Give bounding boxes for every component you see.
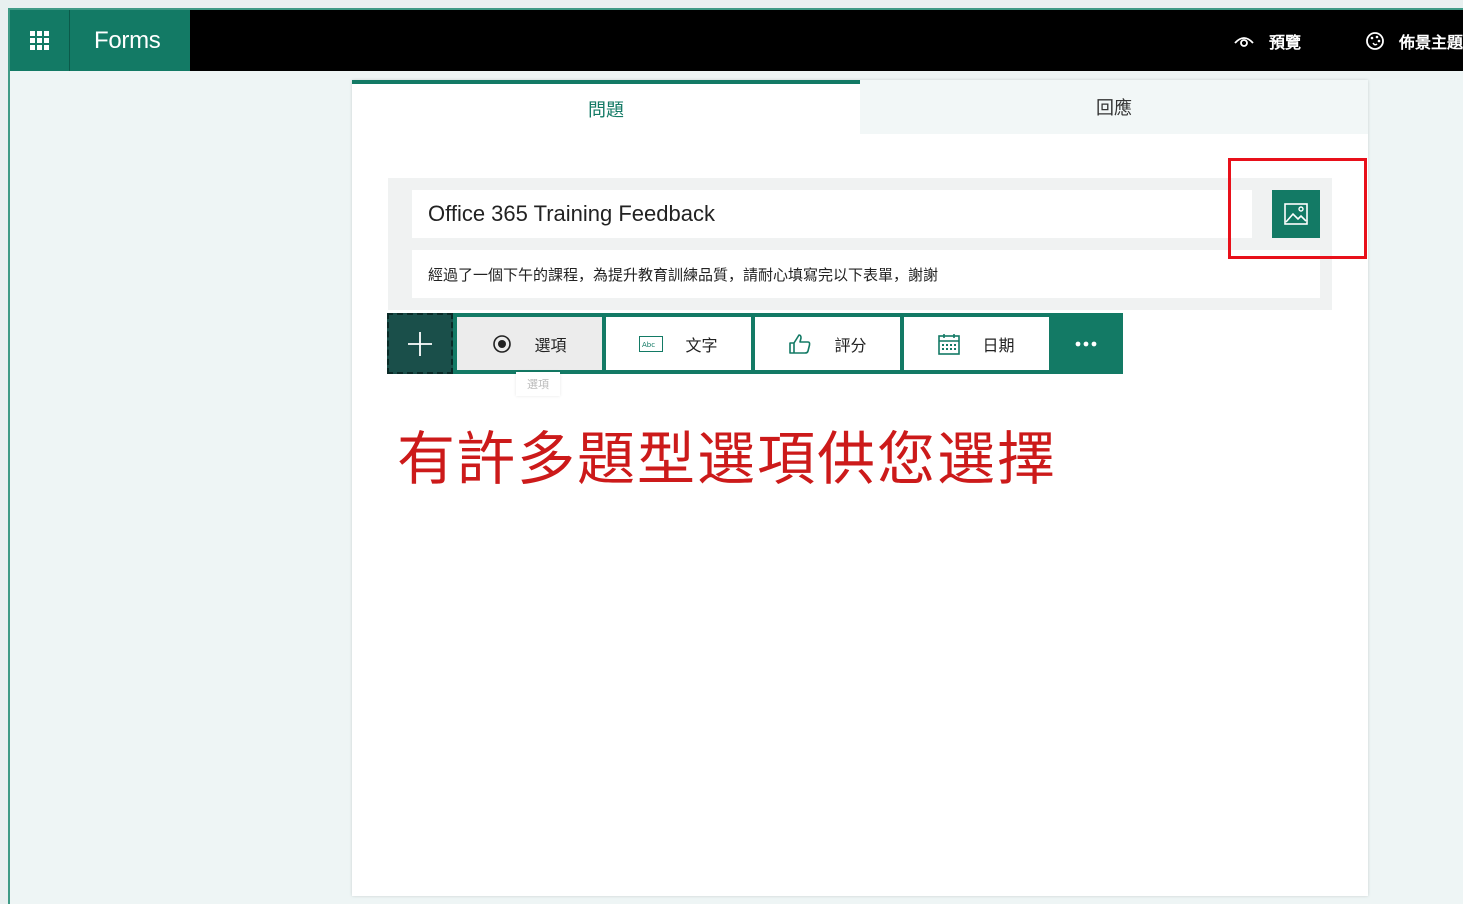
tab-bar: 問題 回應 bbox=[352, 80, 1368, 134]
choice-tooltip: 選項 bbox=[516, 372, 560, 396]
theme-button[interactable]: 佈景主題 bbox=[1365, 29, 1463, 53]
annotation-caption: 有許多題型選項供您選擇 bbox=[397, 425, 1058, 493]
tab-responses[interactable]: 回應 bbox=[860, 80, 1368, 134]
rating-type-label: 評分 bbox=[834, 335, 867, 355]
add-question-toolbar: 選項 Abc 文字 評分 日期 bbox=[387, 313, 1123, 374]
calendar-icon bbox=[938, 333, 961, 355]
more-question-types-button[interactable] bbox=[1053, 317, 1119, 370]
app-launcher-icon bbox=[30, 31, 49, 50]
date-type-button[interactable]: 日期 bbox=[904, 317, 1049, 370]
tab-questions[interactable]: 問題 bbox=[352, 80, 860, 134]
thumbs-up-icon bbox=[789, 333, 811, 354]
form-title-field[interactable]: Office 365 Training Feedback bbox=[412, 190, 1252, 238]
add-question-button[interactable] bbox=[387, 313, 453, 374]
choice-type-label: 選項 bbox=[534, 335, 567, 355]
text-abc-icon: Abc bbox=[639, 335, 664, 352]
choice-type-button[interactable]: 選項 bbox=[457, 317, 602, 370]
eye-icon bbox=[1234, 36, 1254, 47]
highlight-annotation-box bbox=[1228, 158, 1367, 259]
text-type-label: 文字 bbox=[685, 335, 718, 355]
preview-button[interactable]: 預覽 bbox=[1233, 29, 1301, 53]
preview-label: 預覽 bbox=[1268, 32, 1301, 52]
text-type-button[interactable]: Abc 文字 bbox=[606, 317, 751, 370]
form-description-field[interactable]: 經過了一個下午的課程，為提升教育訓練品質，請耐心填寫完以下表單，謝謝 bbox=[412, 250, 1320, 298]
app-launcher-button[interactable] bbox=[10, 10, 70, 71]
more-options-icon bbox=[1075, 341, 1097, 346]
svg-text:Abc: Abc bbox=[642, 341, 655, 349]
rating-type-button[interactable]: 評分 bbox=[755, 317, 900, 370]
plus-icon bbox=[408, 331, 432, 356]
theme-label: 佈景主題 bbox=[1398, 32, 1463, 52]
app-name[interactable]: Forms bbox=[70, 10, 190, 71]
radio-choice-icon bbox=[493, 334, 512, 353]
date-type-label: 日期 bbox=[982, 335, 1015, 355]
palette-icon bbox=[1366, 31, 1384, 50]
top-bar: Forms 預覽 佈景主題 bbox=[10, 10, 1463, 71]
top-actions: 預覽 佈景主題 bbox=[1233, 10, 1463, 71]
form-header: Office 365 Training Feedback 經過了一個下午的課程，… bbox=[388, 178, 1332, 310]
question-type-list: 選項 Abc 文字 評分 日期 bbox=[453, 313, 1123, 374]
